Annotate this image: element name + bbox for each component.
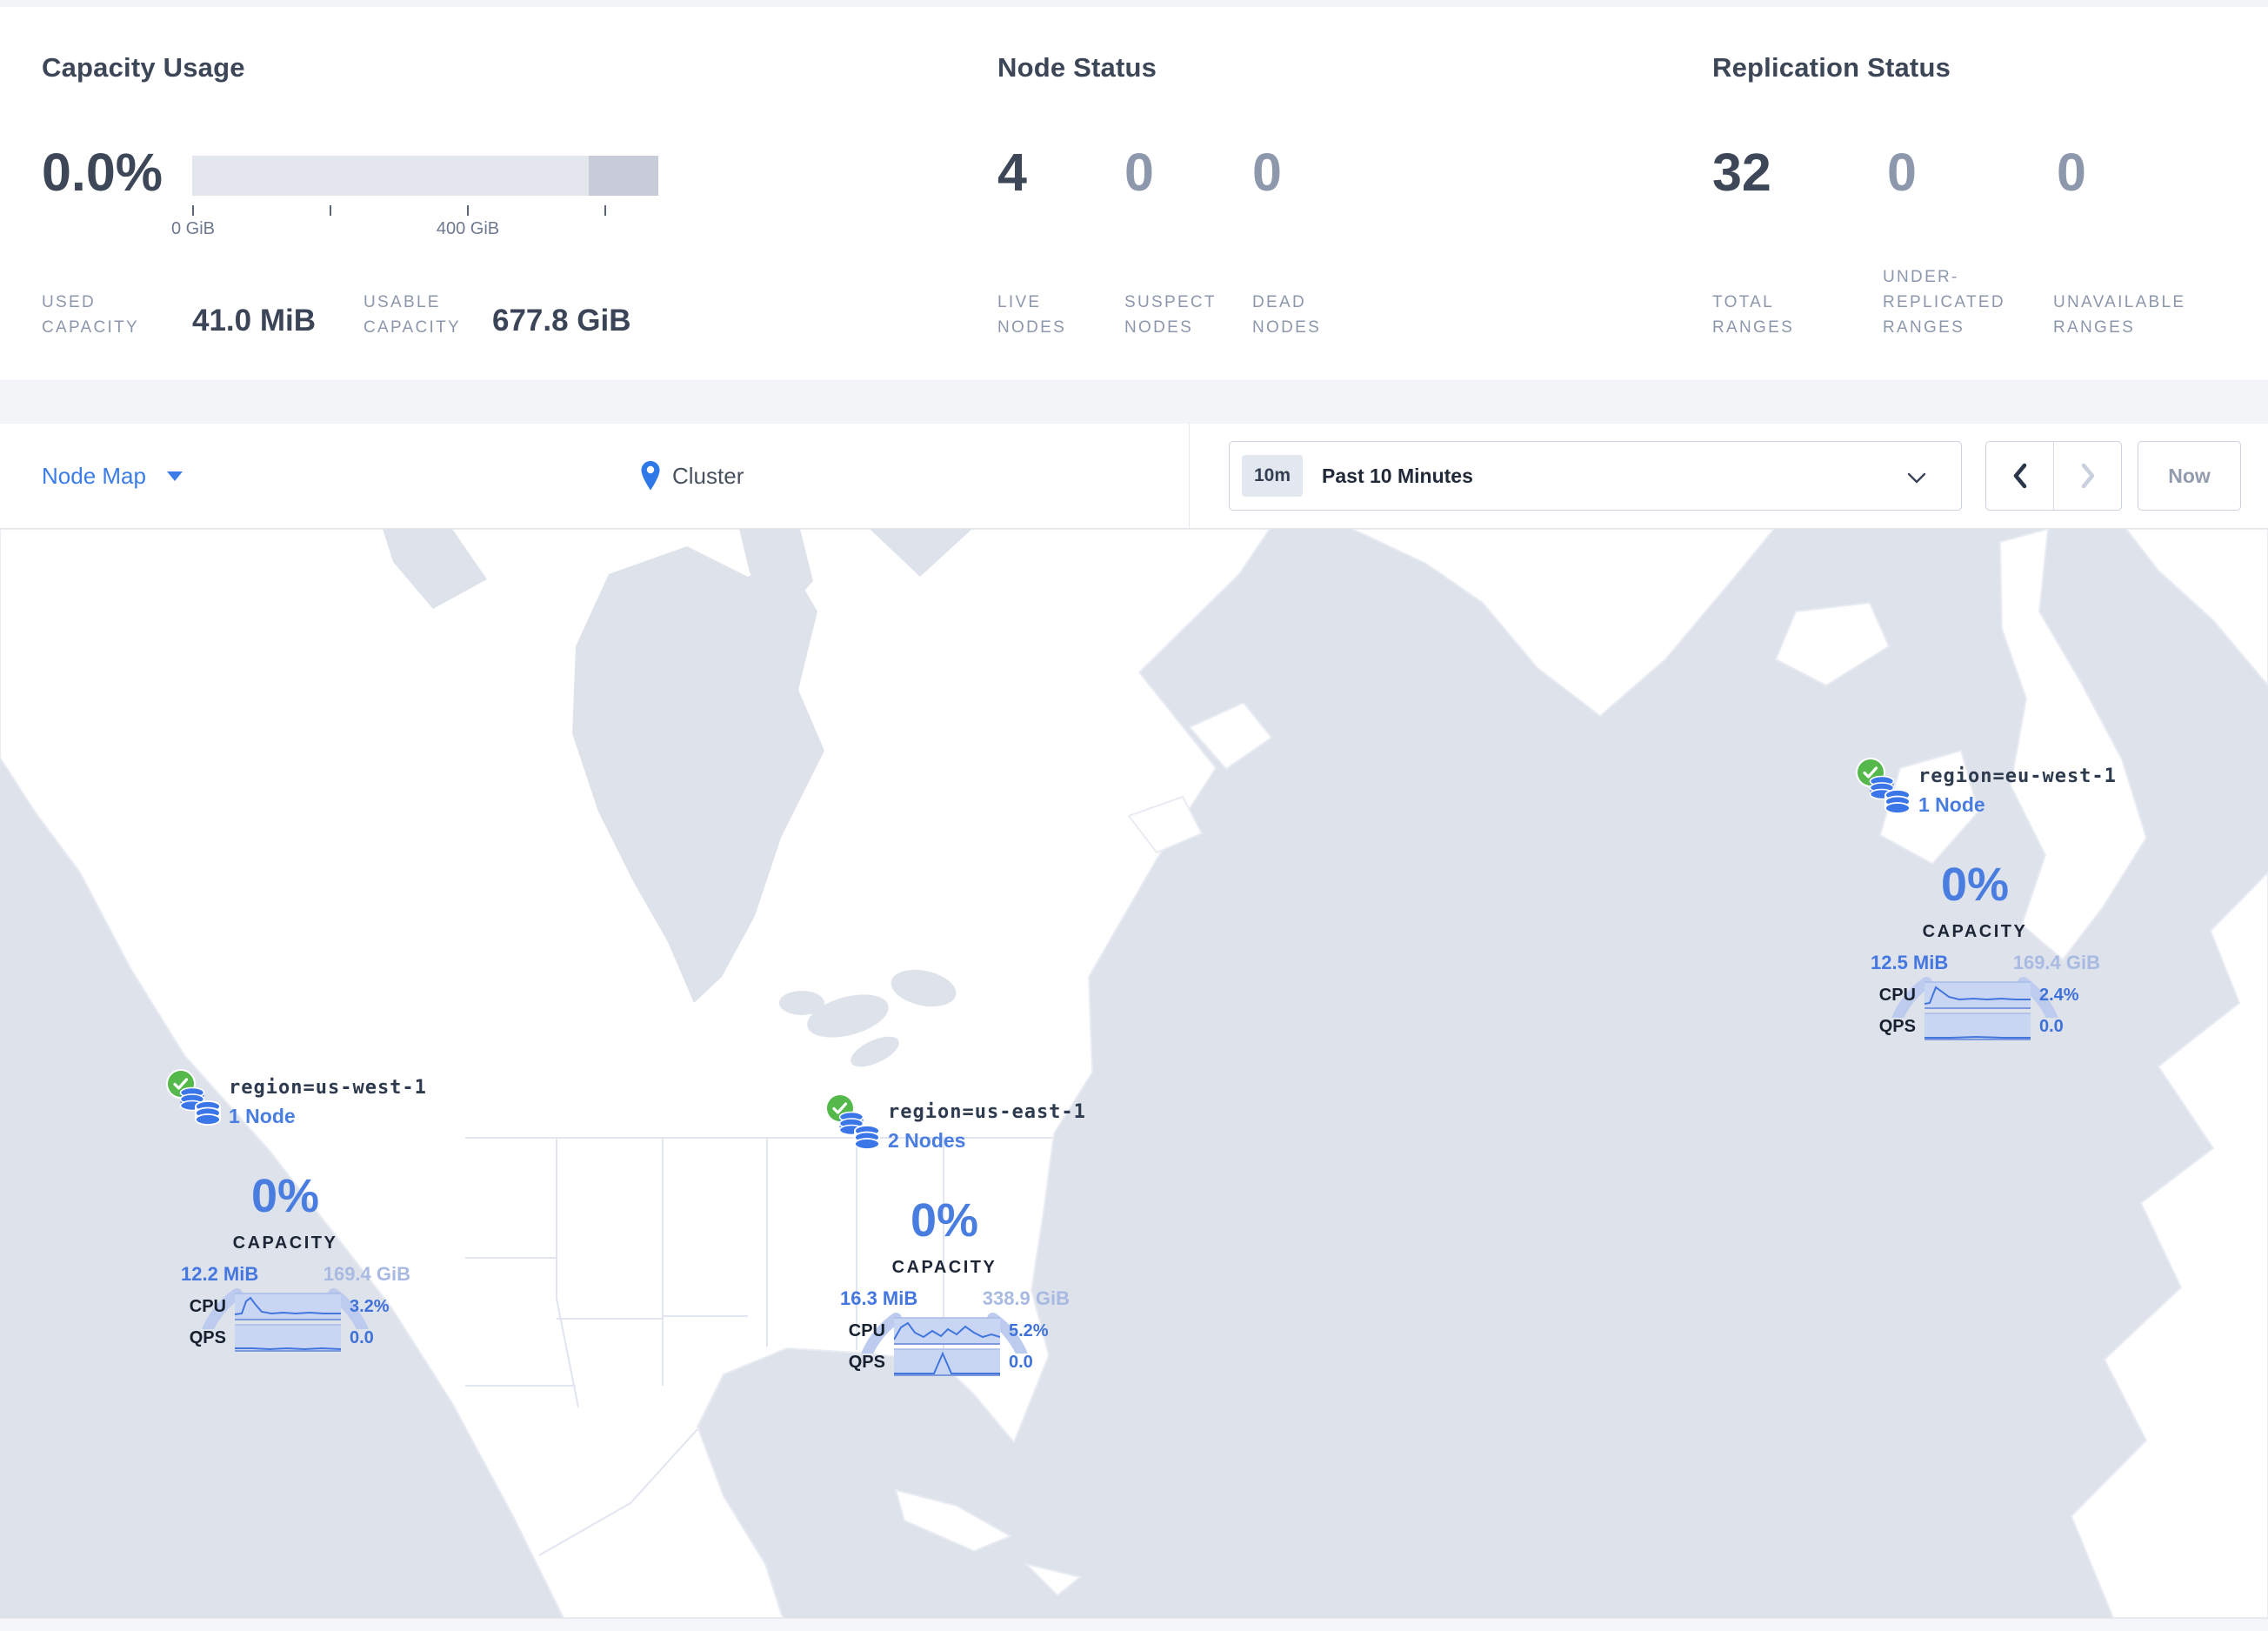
live-nodes-count: 4 [997, 143, 1027, 202]
total-capacity: 169.4 GiB [323, 1263, 410, 1285]
breadcrumb-label: Cluster [672, 462, 744, 489]
capacity-usage-percent: 0.0% [42, 143, 163, 202]
caret-down-icon [166, 471, 183, 481]
cpu-value: 2.4% [2039, 986, 2079, 1005]
capacity-label: CAPACITY [891, 1258, 997, 1277]
qps-label: QPS [189, 1328, 226, 1347]
breadcrumb[interactable]: Cluster [640, 424, 744, 528]
capacity-percent: 0% [1940, 859, 2010, 911]
region-label: region=eu-west-1 [1918, 765, 2117, 787]
usable-capacity-value: 677.8 GiB [492, 304, 631, 338]
map-toolbar: Node Map Cluster 10m Past 10 Minutes Now [0, 424, 2268, 529]
time-range-dropdown[interactable]: 10m Past 10 Minutes [1229, 441, 1962, 511]
cpu-value: 3.2% [350, 1297, 390, 1316]
qps-metric-row: QPS 0.0 [1855, 1011, 2116, 1042]
capacity-axis-label-0: 0 GiB [170, 219, 216, 238]
used-capacity: 12.2 MiB [181, 1263, 259, 1285]
locality-marker-eu-west-1[interactable]: region=eu-west-1 1 Node 0% CAPACITY 12.5… [1855, 757, 2116, 1049]
chevron-down-icon [1907, 472, 1926, 484]
suspect-nodes-count: 0 [1124, 143, 1154, 202]
node-map[interactable]: region=us-west-1 1 Node 0% CAPACITY 12.2… [0, 529, 2268, 1618]
capacity-percent: 0% [250, 1170, 320, 1222]
cpu-value: 5.2% [1009, 1321, 1049, 1340]
cpu-metric-row: CPU 5.2% [824, 1315, 1085, 1347]
time-window-badge: 10m [1242, 455, 1304, 497]
capacity-usage-title: Capacity Usage [42, 52, 245, 83]
dead-nodes-label: DEAD NODES [1252, 293, 1322, 337]
capacity-axis-tick [467, 205, 469, 216]
used-capacity: 16.3 MiB [840, 1287, 918, 1309]
cpu-metric-row: CPU 3.2% [165, 1291, 426, 1322]
capacity-label: CAPACITY [232, 1233, 338, 1253]
now-button[interactable]: Now [2138, 441, 2241, 511]
used-capacity-label: USED CAPACITY [42, 293, 140, 337]
qps-label: QPS [1878, 1017, 1916, 1036]
total-capacity: 338.9 GiB [982, 1287, 1070, 1309]
replication-status-title: Replication Status [1712, 52, 1951, 83]
cpu-sparkline [1924, 981, 2031, 1009]
capacity-axis-tick [604, 205, 606, 216]
cpu-label: CPU [1878, 986, 1916, 1005]
capacity-axis-tick [330, 205, 331, 216]
unavailable-ranges-label: UNAVAILABLE RANGES [2053, 293, 2186, 337]
qps-value: 0.0 [1009, 1353, 1033, 1372]
used-capacity: 12.5 MiB [1871, 952, 1949, 973]
capacity-bar-reserved-segment [589, 156, 658, 196]
usable-capacity-label: USABLE CAPACITY [364, 293, 462, 337]
capacity-usage-bar [192, 156, 658, 196]
step-back-button[interactable] [1986, 442, 2053, 510]
unavailable-ranges-count: 0 [2057, 143, 2086, 202]
cpu-sparkline [894, 1317, 1000, 1345]
chevron-left-icon [2013, 463, 2026, 489]
qps-sparkline [1924, 1013, 2031, 1040]
total-capacity: 169.4 GiB [2012, 952, 2100, 973]
under-replicated-ranges-count: 0 [1887, 143, 1917, 202]
under-replicated-ranges-label: UNDER-REPLICATED RANGES [1883, 268, 2005, 337]
step-forward-button[interactable] [2053, 442, 2121, 510]
total-ranges-label: TOTAL RANGES [1712, 293, 1795, 337]
capacity-axis-tick [192, 205, 194, 216]
cpu-metric-row: CPU 2.4% [1855, 979, 2116, 1011]
qps-value: 0.0 [350, 1328, 374, 1347]
qps-sparkline [235, 1324, 341, 1352]
capacity-percent: 0% [910, 1194, 979, 1247]
qps-metric-row: QPS 0.0 [824, 1347, 1085, 1378]
capacity-label: CAPACITY [1922, 922, 2028, 941]
qps-value: 0.0 [2039, 1017, 2064, 1036]
qps-metric-row: QPS 0.0 [165, 1322, 426, 1354]
locality-marker-us-west-1[interactable]: region=us-west-1 1 Node 0% CAPACITY 12.2… [165, 1068, 426, 1360]
qps-label: QPS [848, 1353, 885, 1372]
capacity-axis-label-400: 400 GiB [436, 219, 500, 238]
cpu-label: CPU [189, 1297, 226, 1316]
cpu-sparkline [235, 1293, 341, 1320]
dead-nodes-count: 0 [1252, 143, 1282, 202]
toolbar-divider [1189, 424, 1190, 528]
time-step-buttons [1985, 441, 2122, 511]
total-ranges-count: 32 [1712, 143, 1771, 202]
node-status-title: Node Status [997, 52, 1157, 83]
time-range-label: Past 10 Minutes [1322, 464, 1473, 487]
node-map-page: Capacity Usage 0.0% 0 GiB 400 GiB USED C… [0, 0, 2268, 1631]
cluster-summary-panel: Capacity Usage 0.0% 0 GiB 400 GiB USED C… [0, 7, 2268, 380]
used-capacity-value: 41.0 MiB [192, 304, 316, 338]
qps-sparkline [894, 1348, 1000, 1376]
footer-strip [0, 1618, 2268, 1631]
suspect-nodes-label: SUSPECT NODES [1124, 293, 1217, 337]
cpu-label: CPU [848, 1321, 885, 1340]
region-label: region=us-west-1 [229, 1077, 427, 1099]
locality-marker-us-east-1[interactable]: region=us-east-1 2 Nodes 0% CAPACITY 16.… [824, 1093, 1085, 1385]
view-selector-label: Node Map [42, 462, 146, 489]
map-pin-icon [641, 461, 660, 491]
live-nodes-label: LIVE NODES [997, 293, 1067, 337]
chevron-right-icon [2081, 463, 2094, 489]
view-selector-dropdown[interactable]: Node Map [42, 424, 183, 528]
region-label: region=us-east-1 [888, 1101, 1086, 1123]
